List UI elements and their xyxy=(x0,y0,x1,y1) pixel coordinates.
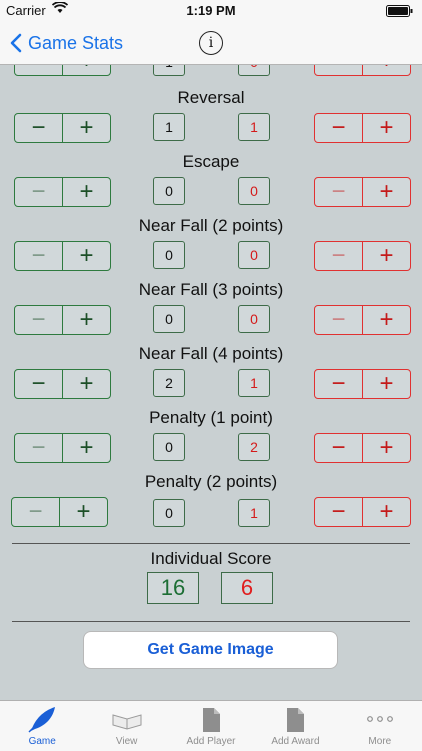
feather-icon xyxy=(28,707,56,733)
stat-label-penalty-2: Penalty (2 points) xyxy=(144,472,278,491)
tab-add-player[interactable]: Add Player xyxy=(169,701,253,751)
opponent-plus-button[interactable]: + xyxy=(362,498,410,526)
status-bar: Carrier 1:19 PM xyxy=(0,0,422,22)
player-stepper-near-fall-2[interactable]: − + xyxy=(14,241,111,271)
player-minus-button[interactable]: − xyxy=(15,306,62,334)
opponent-plus-button[interactable]: + xyxy=(362,114,410,142)
player-minus-button[interactable]: − xyxy=(15,370,62,398)
opponent-value: 1 xyxy=(238,369,270,397)
player-stepper-near-fall-3[interactable]: − + xyxy=(14,305,111,335)
stat-label-penalty-1: Penalty (1 point) xyxy=(149,408,273,427)
opponent-stepper-reversal[interactable]: − + xyxy=(314,113,411,143)
tab-label-view: View xyxy=(115,736,138,747)
player-plus-button[interactable]: + xyxy=(62,242,110,270)
player-minus-button[interactable]: − xyxy=(15,114,62,142)
tab-label-more: More xyxy=(368,736,392,747)
player-stepper-penalty-1[interactable]: − + xyxy=(14,433,111,463)
opponent-stepper-penalty-2[interactable]: − + xyxy=(314,497,411,527)
opponent-plus-button[interactable]: + xyxy=(362,370,410,398)
opponent-stepper-penalty-1[interactable]: − + xyxy=(314,433,411,463)
stat-label-near-fall-3: Near Fall (3 points) xyxy=(138,280,284,299)
book-icon xyxy=(112,714,142,730)
opponent-stepper-near-fall-2[interactable]: − + xyxy=(314,241,411,271)
stats-scroll-area[interactable]: − + 1 0 − + Reversal − + 1 1 − + Escape … xyxy=(0,0,422,700)
player-value: 0 xyxy=(153,241,185,269)
tab-label-add-award: Add Award xyxy=(271,736,320,747)
player-plus-button[interactable]: + xyxy=(62,434,110,462)
opponent-value: 0 xyxy=(238,241,270,269)
player-value: 2 xyxy=(153,369,185,397)
player-value: 0 xyxy=(153,305,185,333)
divider-bottom xyxy=(12,621,410,622)
opponent-value: 2 xyxy=(238,433,270,461)
opponent-stepper-escape[interactable]: − + xyxy=(314,177,411,207)
tab-add-award[interactable]: Add Award xyxy=(253,701,337,751)
opponent-minus-button[interactable]: − xyxy=(315,178,362,206)
opponent-score: 6 xyxy=(221,572,273,604)
opponent-minus-button[interactable]: − xyxy=(315,434,362,462)
navigation-bar: Game Stats i xyxy=(0,22,422,65)
player-plus-button[interactable]: + xyxy=(62,114,110,142)
player-plus-button[interactable]: + xyxy=(62,370,110,398)
opponent-plus-button[interactable]: + xyxy=(362,178,410,206)
tab-game[interactable]: Game xyxy=(0,701,84,751)
get-game-image-button[interactable]: Get Game Image xyxy=(83,631,338,669)
opponent-plus-button[interactable]: + xyxy=(362,242,410,270)
tab-more[interactable]: More xyxy=(338,701,422,751)
tab-label-game: Game xyxy=(28,736,56,747)
more-icon xyxy=(366,716,393,722)
document-add-icon xyxy=(287,708,305,732)
stat-label-reversal: Reversal xyxy=(177,88,245,107)
opponent-value: 1 xyxy=(238,113,270,141)
stat-label-near-fall-4: Near Fall (4 points) xyxy=(138,344,284,363)
opponent-value: 0 xyxy=(238,305,270,333)
opponent-value: 1 xyxy=(238,499,270,527)
player-value: 0 xyxy=(153,177,185,205)
player-stepper-near-fall-4[interactable]: − + xyxy=(14,369,111,399)
opponent-value: 0 xyxy=(238,177,270,205)
stat-label-escape: Escape xyxy=(182,152,240,171)
back-button[interactable]: Game Stats xyxy=(10,30,123,56)
tab-bar: Game View Add Player Add Award More xyxy=(0,700,422,751)
opponent-minus-button[interactable]: − xyxy=(315,370,362,398)
opponent-minus-button[interactable]: − xyxy=(315,306,362,334)
stat-label-near-fall-2: Near Fall (2 points) xyxy=(138,216,284,235)
player-stepper-escape[interactable]: − + xyxy=(14,177,111,207)
player-plus-button[interactable]: + xyxy=(62,306,110,334)
opponent-stepper-near-fall-3[interactable]: − + xyxy=(314,305,411,335)
player-stepper-reversal[interactable]: − + xyxy=(14,113,111,143)
tab-label-add-player: Add Player xyxy=(186,736,236,747)
player-minus-button[interactable]: − xyxy=(12,498,59,526)
back-label: Game Stats xyxy=(28,32,124,53)
opponent-stepper-near-fall-4[interactable]: − + xyxy=(314,369,411,399)
info-icon[interactable]: i xyxy=(199,31,223,55)
document-add-icon xyxy=(203,708,221,732)
player-stepper-penalty-2[interactable]: − + xyxy=(11,497,108,527)
player-minus-button[interactable]: − xyxy=(15,242,62,270)
opponent-minus-button[interactable]: − xyxy=(315,498,362,526)
player-minus-button[interactable]: − xyxy=(15,434,62,462)
tab-view[interactable]: View xyxy=(84,701,168,751)
chevron-left-icon xyxy=(10,33,22,53)
player-plus-button[interactable]: + xyxy=(62,178,110,206)
player-value: 0 xyxy=(153,499,185,527)
player-value: 1 xyxy=(153,113,185,141)
player-plus-button[interactable]: + xyxy=(59,498,107,526)
opponent-minus-button[interactable]: − xyxy=(315,242,362,270)
clock: 1:19 PM xyxy=(186,3,236,18)
battery-icon xyxy=(386,5,414,17)
player-minus-button[interactable]: − xyxy=(15,178,62,206)
opponent-plus-button[interactable]: + xyxy=(362,306,410,334)
player-value: 0 xyxy=(153,433,185,461)
individual-score-label: Individual Score xyxy=(150,549,272,568)
opponent-plus-button[interactable]: + xyxy=(362,434,410,462)
opponent-minus-button[interactable]: − xyxy=(315,114,362,142)
divider-top xyxy=(12,543,410,544)
player-score: 16 xyxy=(147,572,199,604)
